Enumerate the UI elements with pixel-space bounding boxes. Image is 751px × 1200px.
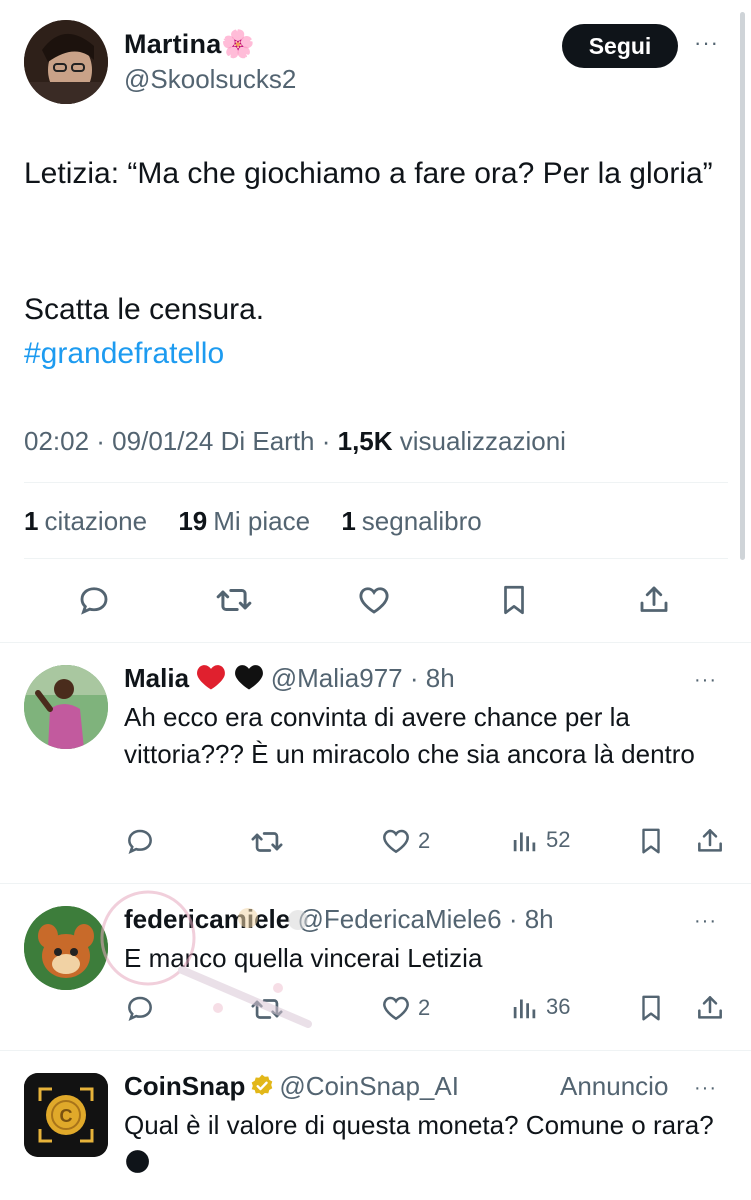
like-icon [383, 996, 409, 1021]
like-count: 2 [418, 995, 431, 1020]
views-count: 1,5K [337, 426, 393, 456]
views-count: 52 [546, 827, 571, 852]
more-options-icon[interactable]: ··· [694, 1077, 717, 1100]
reply-icon[interactable] [74, 580, 114, 620]
reply-tweet[interactable]: federicamiele @FedericaMiele6 · 8h ··· E… [0, 884, 751, 1050]
views-button[interactable]: 36 [510, 992, 570, 1022]
stat-bookmarks[interactable]: 1 segnalibro [341, 506, 481, 536]
reply-author-name[interactable]: Malia [124, 663, 189, 693]
reply-handle[interactable]: @FedericaMiele6 · 8h [297, 904, 553, 934]
reply-tweet[interactable]: Malia @Malia977 · 8h ··· Ah ecco era con… [0, 643, 751, 883]
ad-header: CoinSnap @CoinSnap_AI [124, 1071, 459, 1106]
hashtag-link[interactable]: #grandefratello [24, 332, 224, 376]
views-count: 36 [546, 994, 571, 1019]
red-heart-icon [196, 663, 226, 698]
reply-header: Malia @Malia977 · 8h [124, 663, 455, 698]
tweet-text-line2: Scatta le censura. [24, 293, 265, 326]
like-icon [383, 829, 409, 854]
reply-text: E manco quella vincerai Letizia [124, 943, 483, 973]
more-options-icon[interactable]: ··· [694, 910, 717, 933]
like-button[interactable]: 2 [380, 825, 430, 857]
author-handle[interactable]: @Skoolsucks2 [124, 64, 296, 95]
more-options-icon[interactable]: ··· [694, 669, 717, 692]
tweet-text: Letizia: “Ma che giochiamo a fare ora? P… [24, 157, 713, 190]
reply-header: federicamiele @FedericaMiele6 · 8h [124, 904, 554, 935]
reply-author-name[interactable]: federicamiele [124, 904, 290, 934]
avatar[interactable]: C [24, 1073, 108, 1157]
bookmark-icon[interactable] [494, 580, 534, 620]
views-icon [513, 832, 536, 852]
retweet-icon[interactable] [214, 580, 254, 620]
ad-text: Qual è il valore di questa moneta? Comun… [124, 1110, 714, 1177]
bookmark-icon[interactable] [636, 825, 672, 857]
share-icon[interactable] [694, 992, 732, 1024]
divider [24, 558, 728, 559]
like-button[interactable]: 2 [380, 992, 430, 1024]
reply-icon[interactable] [124, 825, 162, 857]
ad-handle[interactable]: @CoinSnap_AI [279, 1071, 459, 1101]
reply-handle[interactable]: @Malia977 · 8h [271, 663, 455, 693]
retweet-icon[interactable] [250, 992, 290, 1026]
avatar[interactable] [24, 906, 108, 990]
author-name[interactable]: Martina🌸 [124, 28, 255, 60]
views-label: visualizzazioni [392, 426, 566, 456]
like-icon[interactable] [354, 580, 394, 620]
tweet-stats: 1 citazione 19 Mi piace 1 segnalibro [24, 506, 482, 537]
stat-quotes[interactable]: 1 citazione [24, 506, 147, 536]
svg-text:C: C [60, 1106, 73, 1126]
tweet-meta: 02:02 · 09/01/24 Di Earth · 1,5K visuali… [24, 426, 566, 457]
ad-author-name[interactable]: CoinSnap [124, 1071, 245, 1101]
avatar[interactable] [24, 20, 108, 104]
bookmark-icon[interactable] [636, 992, 672, 1024]
avatar[interactable] [24, 665, 108, 749]
share-icon[interactable] [634, 580, 674, 620]
follow-button[interactable]: Segui [562, 24, 678, 68]
like-count: 2 [418, 828, 431, 853]
reply-text: Ah ecco era convinta di avere chance per… [124, 702, 695, 769]
verified-badge-icon [249, 1073, 275, 1106]
share-icon[interactable] [694, 825, 732, 857]
retweet-icon[interactable] [250, 825, 290, 859]
views-icon [513, 999, 536, 1019]
main-tweet: Martina🌸 @Skoolsucks2 Segui ··· Letizia:… [0, 0, 751, 642]
reply-icon[interactable] [124, 992, 162, 1024]
more-options-icon[interactable]: ··· [694, 30, 719, 56]
views-button[interactable]: 52 [510, 825, 570, 855]
black-heart-icon [234, 663, 264, 698]
divider [24, 482, 728, 483]
tweet-timestamp[interactable]: 02:02 · 09/01/24 Di Earth · [24, 426, 338, 456]
ad-label: Annuncio [560, 1071, 669, 1101]
promoted-tweet[interactable]: C CoinSnap @CoinSnap_AI Annuncio ··· Qual… [0, 1051, 751, 1200]
stat-likes[interactable]: 19 Mi piace [178, 506, 310, 536]
